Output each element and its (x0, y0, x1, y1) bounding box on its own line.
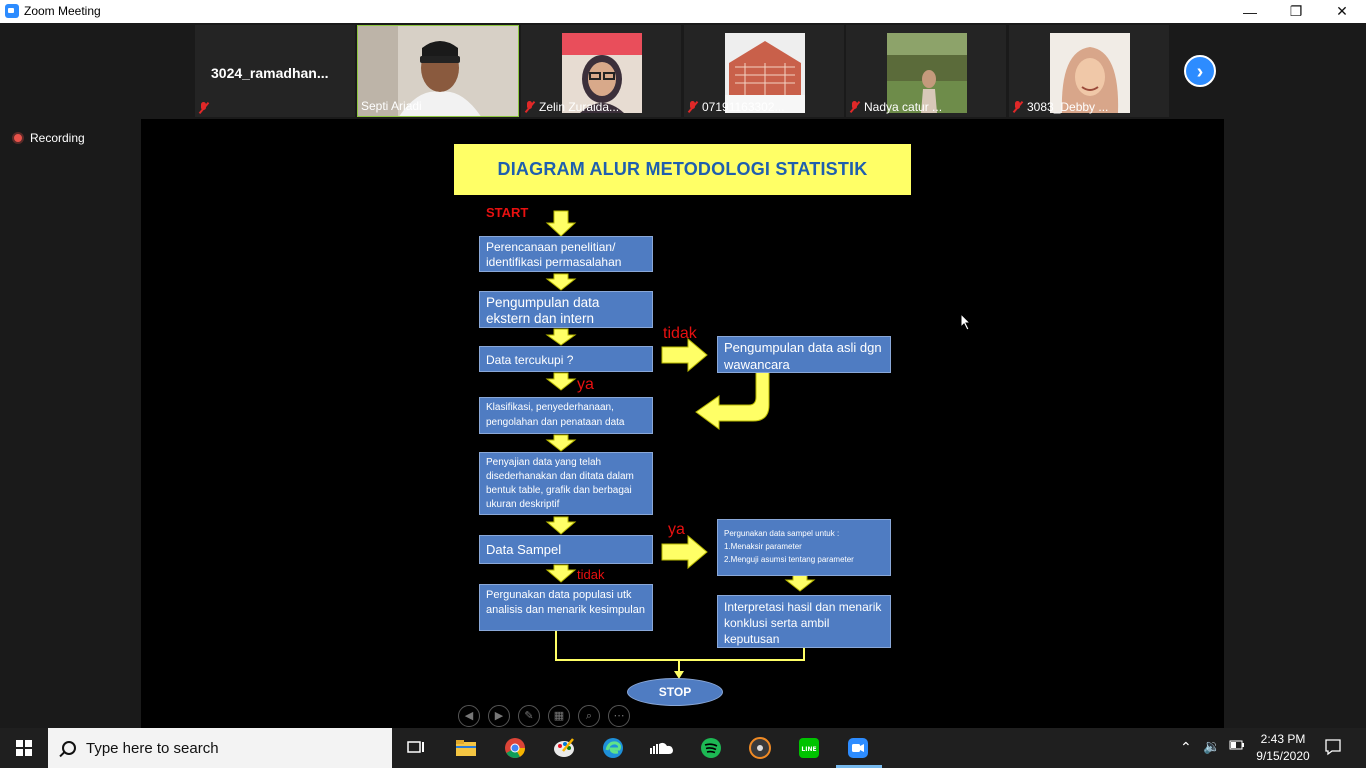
zoom-taskbar-icon[interactable] (846, 736, 870, 760)
participant-tile[interactable]: 3024_ramadhan... (195, 25, 355, 117)
down-arrow (545, 328, 577, 346)
participant-label: Nadya catur ... (849, 100, 942, 114)
file-explorer-icon[interactable] (454, 736, 478, 760)
flow-step-data-sufficient: Data tercukupi ? (479, 346, 653, 372)
meeting-stage: 3024_ramadhan... Septi Ariadi Zelin Zura… (0, 23, 1366, 728)
taskbar-search-box[interactable]: Type here to search (48, 728, 392, 768)
label-tidak: tidak (577, 567, 605, 582)
minimize-icon: — (1243, 3, 1257, 20)
soundcloud-icon[interactable] (650, 736, 674, 760)
recording-dot-icon (12, 132, 24, 144)
recording-label: Recording (30, 131, 85, 145)
participant-tile[interactable]: Zelin Zuraida... (521, 25, 681, 117)
down-arrow (545, 564, 577, 583)
chevron-right-icon: › (1196, 61, 1204, 83)
mic-muted-icon (198, 102, 209, 114)
label-tidak: tidak (663, 325, 697, 342)
task-view-icon[interactable] (404, 736, 428, 760)
search-icon (62, 741, 76, 755)
mic-muted-icon (849, 101, 860, 113)
svg-text:LINE: LINE (801, 746, 816, 753)
more-options-button[interactable]: ⋯ (608, 705, 630, 727)
participant-name: 07191163302... (702, 100, 785, 114)
clock-date: 9/15/2020 (1256, 749, 1310, 763)
participant-tile[interactable]: Nadya catur ... (846, 25, 1006, 117)
participant-name: Zelin Zuraida... (539, 100, 620, 114)
pen-tool-button[interactable]: ✎ (518, 705, 540, 727)
spotify-icon[interactable] (699, 736, 723, 760)
participant-label (198, 102, 209, 114)
restore-button[interactable]: ❐ (1273, 0, 1319, 23)
mic-muted-icon (524, 101, 535, 113)
close-button[interactable]: ✕ (1319, 0, 1365, 23)
recording-indicator[interactable]: Recording (12, 131, 85, 145)
shared-screen[interactable]: DIAGRAM ALUR METODOLOGI STATISTIK START (141, 119, 1224, 728)
down-arrow (784, 573, 816, 592)
mic-muted-icon (1012, 101, 1023, 113)
right-arrow (661, 534, 708, 570)
notifications-icon[interactable] (1324, 738, 1342, 759)
zoom-slide-button[interactable]: ⌕ (578, 705, 600, 727)
down-arrow (545, 516, 577, 535)
previous-slide-button[interactable]: ◀ (458, 705, 480, 727)
flow-step-presentation: Penyajian data yang telah disederhanakan… (479, 452, 653, 515)
media-player-icon[interactable] (748, 736, 772, 760)
participant-name: 3083_Debby ... (1027, 100, 1109, 114)
edge-icon[interactable] (601, 736, 625, 760)
flow-step-collection: Pengumpulan data ekstern dan intern (479, 291, 653, 328)
down-arrow (545, 210, 577, 237)
clock[interactable]: 2:43 PM 9/15/2020 (1250, 732, 1316, 763)
chrome-icon[interactable] (503, 736, 527, 760)
right-arrow (661, 337, 708, 373)
line-icon[interactable]: LINE (797, 736, 821, 760)
start-button[interactable] (0, 728, 48, 768)
search-placeholder: Type here to search (86, 739, 219, 757)
windows-logo-icon (16, 740, 32, 756)
next-participants-button[interactable]: › (1184, 55, 1216, 87)
battery-icon[interactable] (1229, 739, 1245, 754)
participant-tile[interactable]: 07191163302... (684, 25, 844, 117)
flow-stop: STOP (627, 678, 723, 706)
down-arrow (545, 372, 577, 391)
participant-name: 3024_ramadhan... (211, 65, 329, 81)
volume-icon[interactable]: 🔉 (1203, 738, 1220, 755)
flow-step-classification: Klasifikasi, penyederhanaan, pengolahan … (479, 397, 653, 434)
flow-step-sample-use: Pergunakan data sampel untuk : 1.Menaksi… (717, 519, 891, 576)
minimize-button[interactable]: — (1227, 0, 1273, 23)
down-arrow (545, 434, 577, 452)
close-icon: ✕ (1336, 3, 1348, 19)
mouse-pointer-icon (960, 313, 972, 331)
participant-tile-active-speaker[interactable]: Septi Ariadi (357, 25, 519, 117)
show-hidden-icons[interactable]: ⌃ (1180, 739, 1192, 756)
zoom-app-icon (5, 4, 19, 18)
participant-label: Septi Ariadi (361, 99, 422, 113)
next-slide-button[interactable]: ▶ (488, 705, 510, 727)
mic-muted-icon (687, 101, 698, 113)
participant-tile[interactable]: 3083_Debby ... (1009, 25, 1169, 117)
label-ya: ya (577, 376, 594, 393)
window-titlebar: Zoom Meeting — ❐ ✕ (0, 0, 1366, 23)
flow-step-planning: Perencanaan penelitian/ identifikasi per… (479, 236, 653, 272)
slide-controls: ◀ ▶ ✎ ▦ ⌕ ⋯ (458, 705, 630, 727)
windows-taskbar: Type here to search LINE ⌃ 🔉 2:43 PM 9/1… (0, 728, 1366, 768)
flow-step-interview: Pengumpulan data asli dgn wawancara (717, 336, 891, 373)
participant-label: 3083_Debby ... (1012, 100, 1108, 114)
participant-name: Septi Ariadi (361, 99, 422, 113)
window-title: Zoom Meeting (24, 4, 101, 18)
flow-step-interpretation: Interpretasi hasil dan menarik konklusi … (717, 595, 891, 648)
participant-label: 07191163302... (687, 100, 785, 114)
slide-sorter-button[interactable]: ▦ (548, 705, 570, 727)
curved-return-arrow (695, 370, 770, 430)
restore-icon: ❐ (1289, 3, 1303, 19)
flow-step-sample: Data Sampel (479, 535, 653, 564)
clock-time: 2:43 PM (1260, 732, 1306, 746)
down-arrow (545, 273, 577, 291)
label-ya: ya (668, 521, 685, 538)
flow-arrows (545, 210, 816, 679)
participant-name: Nadya catur ... (864, 100, 943, 114)
participant-label: Zelin Zuraida... (524, 100, 619, 114)
flow-step-population-use: Pergunakan data populasi utk analisis da… (479, 584, 653, 631)
paint-icon[interactable] (552, 736, 576, 760)
